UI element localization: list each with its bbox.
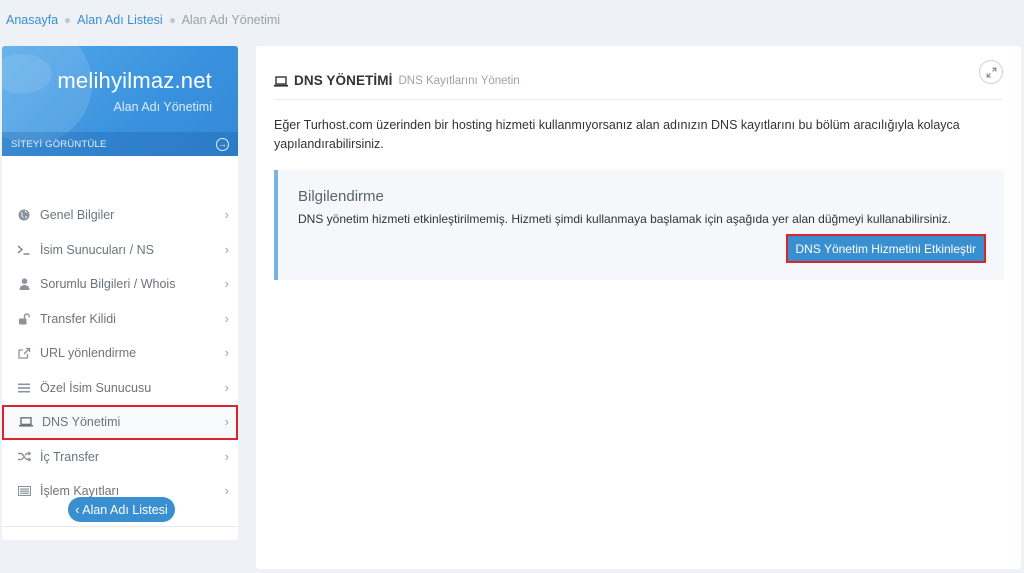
user-icon (16, 277, 32, 291)
chevron-right-icon: › (224, 207, 229, 222)
sidebar-item-label: Transfer Kilidi (40, 311, 116, 326)
laptop-icon (18, 415, 34, 429)
panel-header: DNS YÖNETİMİ DNS Kayıtlarını Yönetin (274, 60, 1003, 100)
sidebar-item-whois[interactable]: Sorumlu Bilgileri / Whois › (2, 267, 238, 302)
dns-management-panel: DNS YÖNETİMİ DNS Kayıtlarını Yönetin Eğe… (256, 46, 1021, 569)
terminal-icon (16, 243, 32, 257)
breadcrumb: Anasayfa Alan Adı Listesi Alan Adı Yönet… (6, 12, 280, 28)
info-note-title: Bilgilendirme (298, 188, 384, 205)
sidebar-item-name-servers[interactable]: İsim Sunucuları / NS › (2, 233, 238, 268)
info-note: Bilgilendirme DNS yönetim hizmeti etkinl… (274, 170, 1004, 280)
sidebar-item-label: DNS Yönetimi (42, 415, 121, 430)
laptop-icon (274, 75, 288, 87)
chevron-right-icon: › (224, 241, 229, 257)
breadcrumb-current: Alan Adı Yönetimi (181, 13, 281, 27)
sidebar: melihyilmaz.net Alan Adı Yönetimi SİTEYİ… (2, 46, 238, 540)
divider (2, 526, 238, 527)
sidebar-item-label: Sorumlu Bilgileri / Whois (40, 277, 176, 292)
domain-card: melihyilmaz.net Alan Adı Yönetimi SİTEYİ… (2, 46, 238, 156)
sidebar-item-custom-nameserver[interactable]: Özel İsim Sunucusu › (2, 371, 238, 406)
info-note-text: DNS yönetim hizmeti etkinleştirilmemiş. … (298, 212, 951, 226)
list-icon (16, 381, 32, 395)
sidebar-item-label: Özel İsim Sunucusu (40, 380, 152, 395)
sidebar-item-url-redirect[interactable]: URL yönlendirme › (2, 336, 238, 371)
expand-icon[interactable] (979, 60, 1003, 84)
sidebar-item-label: Genel Bilgiler (40, 208, 115, 223)
chevron-right-icon: › (224, 276, 229, 291)
breadcrumb-separator (169, 17, 175, 23)
panel-title: DNS YÖNETİMİ (294, 73, 393, 88)
globe-icon (16, 208, 32, 222)
back-to-domain-list-button[interactable]: ‹ Alan Adı Listesi (68, 497, 175, 522)
chevron-right-icon: › (224, 379, 229, 395)
sidebar-item-dns-management[interactable]: DNS Yönetimi › (2, 405, 238, 440)
view-site-label: SİTEYİ GÖRÜNTÜLE (11, 138, 107, 150)
breadcrumb-separator (65, 17, 71, 23)
view-site-link[interactable]: SİTEYİ GÖRÜNTÜLE → (2, 132, 238, 156)
chevron-right-icon: › (224, 414, 229, 429)
sidebar-item-label: İsim Sunucuları / NS (40, 242, 154, 257)
panel-subtitle: DNS Kayıtlarını Yönetin (398, 74, 520, 87)
breadcrumb-home-link[interactable]: Anasayfa (6, 13, 58, 27)
share-icon (16, 346, 32, 360)
domain-subtitle: Alan Adı Yönetimi (113, 100, 212, 114)
domain-menu: Genel Bilgiler › İsim Sunucuları / NS › … (2, 198, 238, 509)
enable-dns-management-button[interactable]: DNS Yönetim Hizmetini Etkinleştir (785, 234, 986, 263)
chevron-right-icon: › (224, 345, 229, 360)
sidebar-item-label: İç Transfer (40, 449, 100, 464)
sidebar-item-internal-transfer[interactable]: İç Transfer › (2, 440, 238, 475)
sidebar-item-general-info[interactable]: Genel Bilgiler › (2, 198, 238, 233)
domain-name: melihyilmaz.net (57, 68, 212, 93)
breadcrumb-domain-list-link[interactable]: Alan Adı Listesi (77, 13, 162, 27)
sidebar-item-label: URL yönlendirme (40, 346, 137, 361)
chevron-right-icon: › (224, 448, 229, 464)
chevron-right-icon: › (224, 310, 229, 326)
arrow-right-circle-icon: → (216, 137, 229, 151)
sidebar-item-transfer-lock[interactable]: Transfer Kilidi › (2, 302, 238, 337)
list-alt-icon (16, 484, 32, 498)
unlock-icon (16, 312, 32, 326)
shuffle-icon (16, 450, 32, 464)
dns-description: Eğer Turhost.com üzerinden bir hosting h… (274, 118, 960, 151)
chevron-right-icon: › (224, 483, 229, 498)
globe-decoration-icon (2, 46, 92, 144)
